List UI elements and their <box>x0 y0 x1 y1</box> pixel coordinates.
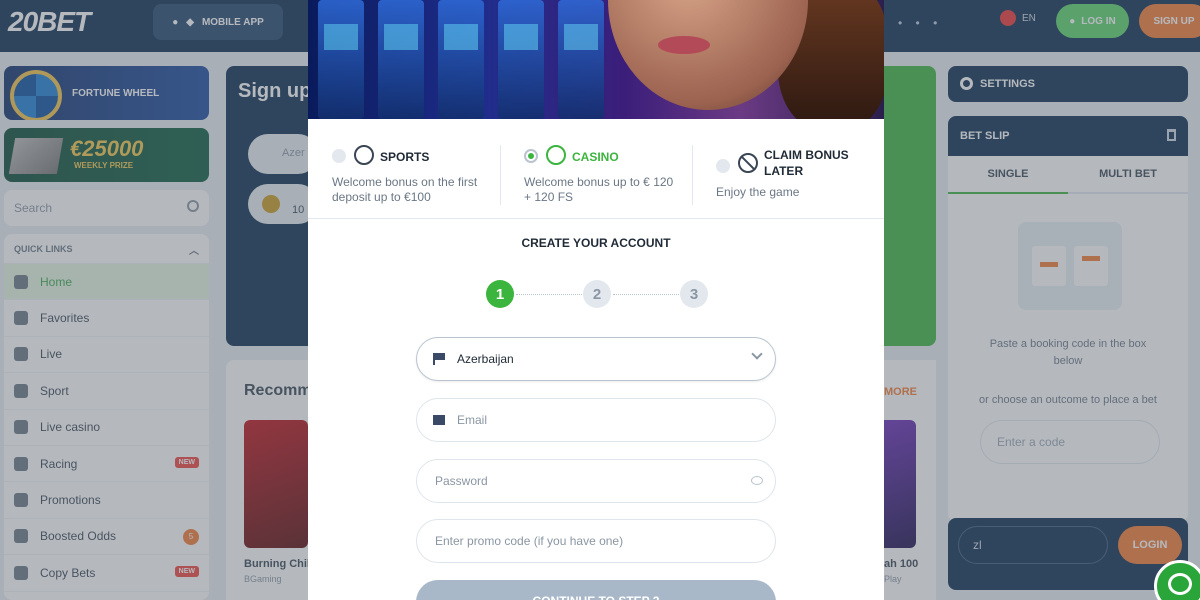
radio-button[interactable] <box>332 149 346 163</box>
step-3: 3 <box>680 280 708 308</box>
no-bonus-icon <box>738 153 758 173</box>
chat-icon <box>1168 573 1192 595</box>
step-1: 1 <box>486 280 514 308</box>
bonus-description: Welcome bonus on the first deposit up to… <box>332 175 478 204</box>
password-placeholder: Password <box>435 474 488 488</box>
bonus-options: SPORTS Welcome bonus on the first deposi… <box>308 119 884 219</box>
divider <box>500 145 501 205</box>
eye-icon[interactable] <box>751 476 763 485</box>
promo-code-field[interactable]: Enter promo code (if you have one) <box>416 519 776 563</box>
bonus-description: Welcome bonus up to € 120 + 120 FS <box>524 175 674 204</box>
promo-code-placeholder: Enter promo code (if you have one) <box>435 534 624 548</box>
bonus-title: SPORTS <box>380 150 430 164</box>
email-field[interactable]: Email <box>416 398 776 442</box>
email-placeholder: Email <box>457 413 488 427</box>
password-field[interactable]: Password <box>416 459 776 503</box>
bonus-title: CLAIM BONUS LATER <box>764 148 849 178</box>
radio-button-selected[interactable] <box>524 149 538 163</box>
continue-button[interactable]: CONTINUE TO STEP 2 <box>416 580 776 600</box>
fortune-wheel-icon <box>546 145 566 165</box>
divider <box>692 145 693 205</box>
chevron-down-icon <box>751 348 763 360</box>
signup-modal: SPORTS Welcome bonus on the first deposi… <box>308 0 884 600</box>
casino-banner-image <box>308 0 884 119</box>
envelope-icon <box>433 415 445 425</box>
country-select[interactable]: Azerbaijan <box>416 337 776 381</box>
step-connector <box>516 294 582 295</box>
create-account-title: CREATE YOUR ACCOUNT <box>521 236 671 250</box>
step-indicator: 1 2 3 <box>486 280 708 310</box>
country-value: Azerbaijan <box>457 352 514 366</box>
step-2: 2 <box>583 280 611 308</box>
step-connector <box>613 294 679 295</box>
bonus-title: CASINO <box>572 150 619 164</box>
bonus-description: Enjoy the game <box>716 185 800 199</box>
radio-button[interactable] <box>716 159 730 173</box>
football-icon <box>354 145 374 165</box>
flag-icon <box>433 353 445 365</box>
